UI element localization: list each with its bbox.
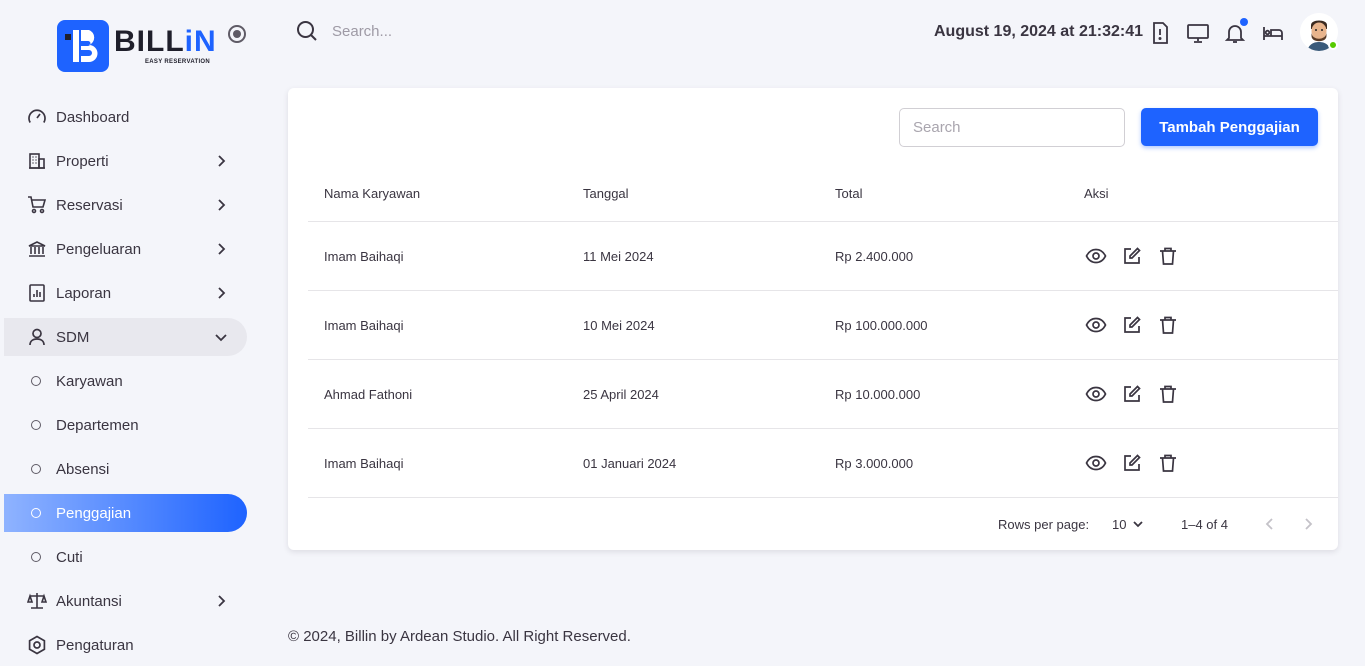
sidebar-collapse-toggle[interactable] [228,25,246,43]
table-pagination: Rows per page: 10 1–4 of 4 [288,502,1338,546]
cell-date: 10 Mei 2024 [583,317,655,333]
global-search-input[interactable] [332,22,532,40]
chevron-right-icon [218,155,226,167]
cell-name: Ahmad Fathoni [324,386,413,402]
cell-date: 01 Januari 2024 [583,455,677,471]
brand-tagline: EASY RESERVATION [145,59,211,65]
cart-icon [26,194,48,216]
sidebar-subitem-cuti[interactable]: Cuti [4,538,247,576]
delete-icon[interactable] [1156,382,1180,406]
circle-icon [31,552,41,562]
sidebar-item-reservasi[interactable]: Reservasi [4,186,247,224]
edit-icon[interactable] [1120,451,1144,475]
sidebar-subitem-karyawan[interactable]: Karyawan [4,362,247,400]
chevron-right-icon[interactable] [1299,515,1317,533]
logo-mark-icon [57,20,109,72]
cell-name: Imam Baihaqi [324,248,404,264]
row-actions [1084,451,1192,475]
user-icon [26,326,48,348]
edit-icon[interactable] [1120,244,1144,268]
sidebar-item-properti[interactable]: Properti [4,142,247,180]
delete-icon[interactable] [1156,451,1180,475]
search-icon[interactable] [296,20,318,42]
sidebar: BILLiN EASY RESERVATION Dashboard Proper… [0,0,260,666]
cell-name: Imam Baihaqi [324,317,404,333]
building-icon [26,150,48,172]
sidebar-subitem-absensi[interactable]: Absensi [4,450,247,488]
bed-icon[interactable] [1261,21,1285,45]
cell-total: Rp 10.000.000 [835,386,921,402]
cell-total: Rp 2.400.000 [835,248,914,264]
view-icon[interactable] [1084,382,1108,406]
sidebar-item-laporan[interactable]: Laporan [4,274,247,312]
online-status-indicator [1328,40,1338,50]
footer-copyright: © 2024, Billin by Ardean Studio. All Rig… [288,628,631,645]
sidebar-subitem-penggajian[interactable]: Penggajian [4,494,247,532]
sidebar-subitem-departemen[interactable]: Departemen [4,406,247,444]
column-header-date: Tanggal [583,185,629,201]
chevron-right-icon [218,199,226,211]
monitor-icon[interactable] [1186,21,1210,45]
sidebar-item-pengaturan[interactable]: Pengaturan [4,626,247,664]
table-header: Nama Karyawan Tanggal Total Aksi [308,165,1338,222]
cell-total: Rp 100.000.000 [835,317,928,333]
circle-icon [31,376,41,386]
column-header-total: Total [835,185,863,201]
delete-icon[interactable] [1156,313,1180,337]
table-row: Imam Baihaqi 11 Mei 2024 Rp 2.400.000 [308,222,1338,291]
circle-icon [31,508,41,518]
bank-icon [26,238,48,260]
chevron-left-icon[interactable] [1261,515,1279,533]
sidebar-item-akuntansi[interactable]: Akuntansi [4,582,247,620]
global-search [296,20,532,42]
row-actions [1084,313,1192,337]
cell-date: 25 April 2024 [583,386,659,402]
chevron-down-icon [1133,521,1144,528]
circle-icon [31,464,41,474]
column-header-actions: Aksi [1084,185,1109,201]
chevron-right-icon [218,595,226,607]
chevron-right-icon [218,287,226,299]
payroll-card: Tambah Penggajian Nama Karyawan Tanggal … [288,88,1338,550]
sidebar-nav: Dashboard Properti Reservasi Pengeluaran [4,98,247,666]
row-actions [1084,244,1192,268]
cell-date: 11 Mei 2024 [583,248,654,264]
scale-icon [26,590,48,612]
view-icon[interactable] [1084,451,1108,475]
sidebar-item-pengeluaran[interactable]: Pengeluaran [4,230,247,268]
delete-icon[interactable] [1156,244,1180,268]
table-row: Imam Baihaqi 01 Januari 2024 Rp 3.000.00… [308,429,1338,498]
edit-icon[interactable] [1120,313,1144,337]
brand-logo[interactable]: BILLiN EASY RESERVATION [57,20,217,72]
settings-icon [26,634,48,656]
cell-name: Imam Baihaqi [324,455,404,471]
report-icon [26,282,48,304]
alert-icon[interactable] [1148,21,1172,45]
view-icon[interactable] [1084,244,1108,268]
pagination-range: 1–4 of 4 [1181,517,1228,532]
row-actions [1084,382,1192,406]
chevron-right-icon [218,243,226,255]
brand-name: BILLiN [114,25,217,58]
sidebar-item-dashboard[interactable]: Dashboard [4,98,247,136]
notification-badge [1240,18,1248,26]
cell-total: Rp 3.000.000 [835,455,914,471]
current-datetime: August 19, 2024 at 21:32:41 [934,23,1143,40]
rows-per-page-select[interactable]: 10 [1112,516,1146,532]
sidebar-item-sdm[interactable]: SDM [4,318,247,356]
payroll-table: Nama Karyawan Tanggal Total Aksi Imam Ba… [308,165,1338,498]
chevron-down-icon [215,334,227,342]
column-header-name: Nama Karyawan [324,185,421,201]
add-payroll-button[interactable]: Tambah Penggajian [1141,108,1318,146]
edit-icon[interactable] [1120,382,1144,406]
view-icon[interactable] [1084,313,1108,337]
table-row: Ahmad Fathoni 25 April 2024 Rp 10.000.00… [308,360,1338,429]
circle-icon [31,420,41,430]
payroll-search-input[interactable] [899,108,1125,147]
rows-per-page-label: Rows per page: [998,517,1090,532]
gauge-icon [26,106,48,128]
table-row: Imam Baihaqi 10 Mei 2024 Rp 100.000.000 [308,291,1338,360]
